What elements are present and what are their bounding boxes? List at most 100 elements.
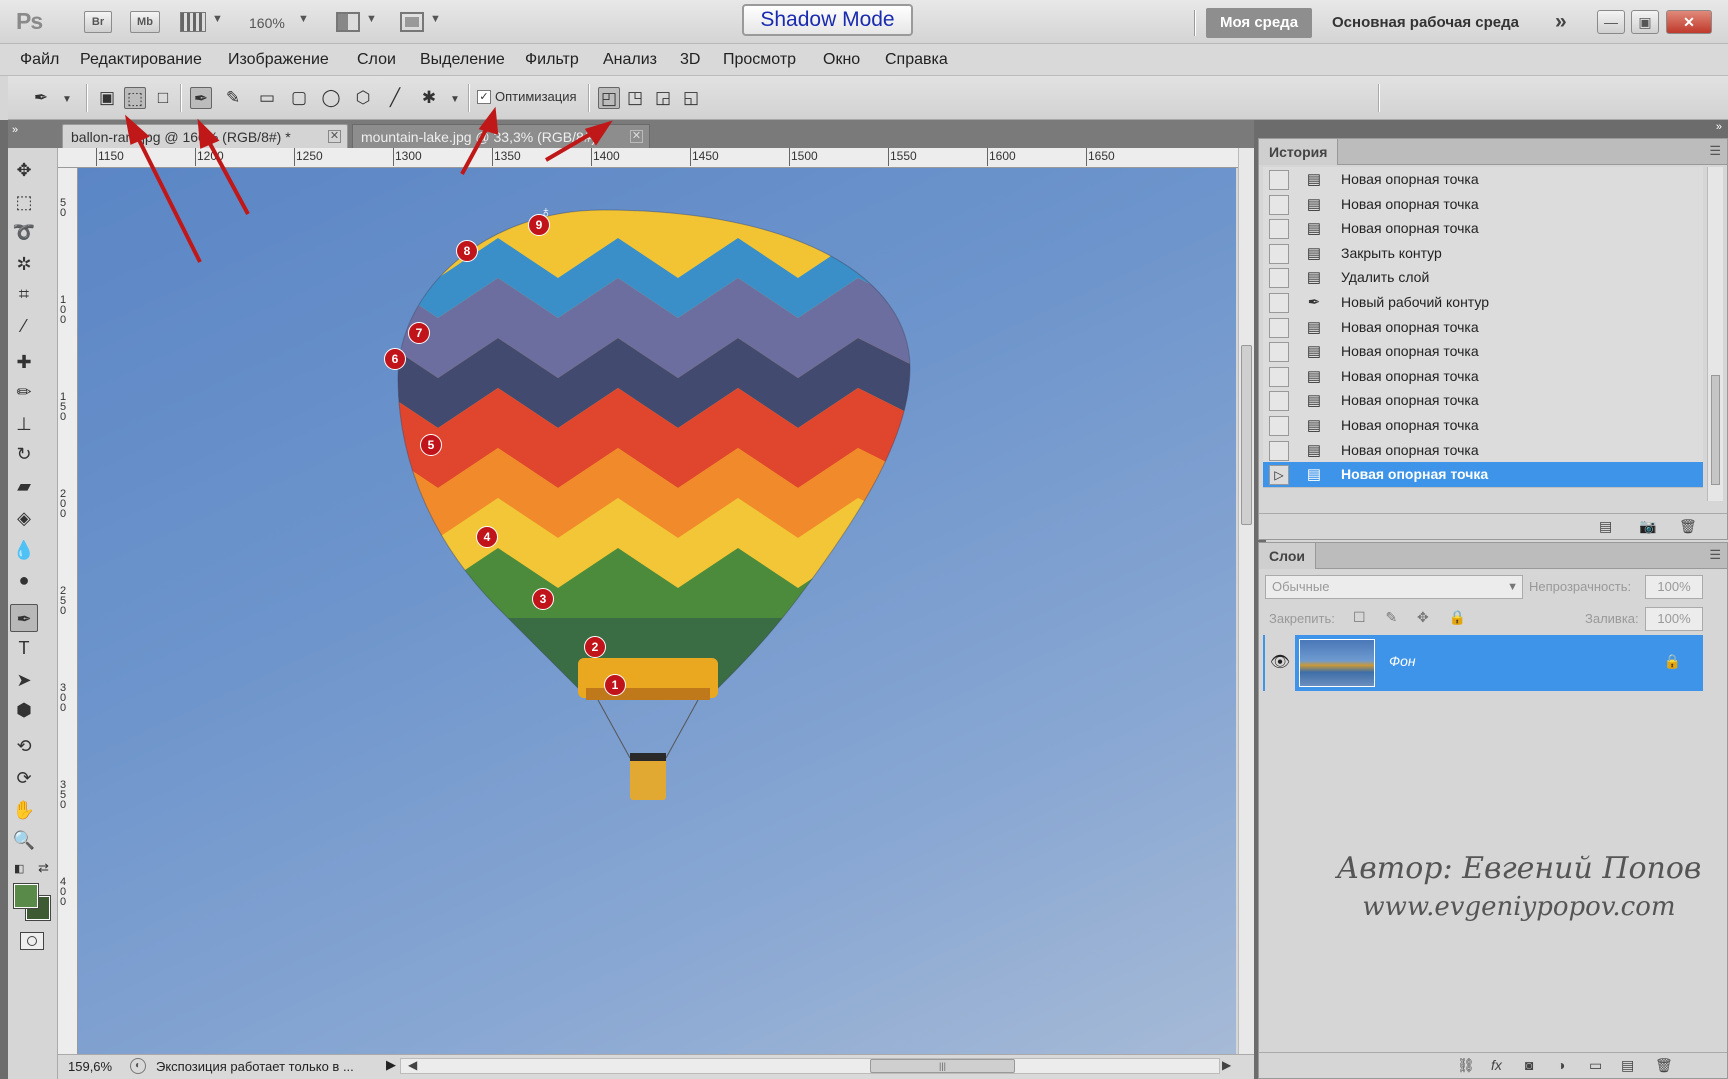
- history-source-checkbox[interactable]: ▷: [1269, 465, 1289, 486]
- history-source-checkbox[interactable]: [1269, 317, 1289, 338]
- history-source-checkbox[interactable]: [1269, 293, 1289, 313]
- layer-lock-icon: 🔒: [1663, 653, 1681, 669]
- panel-menu-icon[interactable]: ☰: [1709, 143, 1721, 159]
- history-header: История ☰: [1259, 139, 1727, 165]
- status-info-icon[interactable]: ◐: [130, 1058, 146, 1074]
- lock-label: Закрепить:: [1269, 611, 1335, 626]
- opacity-label: Непрозрачность:: [1529, 579, 1632, 594]
- history-list: ▤ Новая опорная точка ▤ Новая опорная точка…: [1263, 167, 1703, 497]
- history-source-checkbox[interactable]: [1269, 268, 1289, 289]
- watermark-url: www.evgeniypopov.com: [1362, 892, 1676, 922]
- doc-icon: ▤: [1306, 466, 1322, 484]
- history-item-label: Закрыть контур: [1341, 244, 1442, 261]
- history-item-label: Новая опорная точка: [1341, 392, 1479, 409]
- history-item[interactable]: ▤ Новая опорная точка: [1263, 388, 1703, 415]
- history-item[interactable]: ▤ Новая опорная точка: [1263, 314, 1703, 341]
- status-zoom[interactable]: 159,6%: [68, 1059, 112, 1074]
- fill-label: Заливка:: [1585, 611, 1639, 626]
- history-item[interactable]: ▤ Новая опорная точка: [1263, 191, 1703, 218]
- vertical-scrollbar[interactable]: [1238, 148, 1254, 1054]
- new-group-icon[interactable]: ▭: [1589, 1057, 1602, 1074]
- chevron-down-icon: ▼: [1507, 581, 1518, 593]
- history-source-checkbox[interactable]: [1269, 416, 1289, 436]
- vertical-scroll-thumb[interactable]: [1241, 345, 1252, 525]
- trash-icon[interactable]: 🗑: [1679, 518, 1697, 535]
- history-item-label: Удалить слой: [1341, 269, 1430, 286]
- doc-icon: ▤: [1306, 220, 1322, 238]
- doc-icon: ▤: [1306, 195, 1322, 213]
- scroll-right-icon[interactable]: ▶: [1222, 1058, 1231, 1072]
- blend-mode-value: Обычные: [1272, 579, 1330, 594]
- history-panel: История ☰ ▤ Новая опорная точка ▤ Новая опо…: [1258, 138, 1728, 540]
- add-mask-icon[interactable]: ◙: [1525, 1057, 1533, 1073]
- layer-row-background[interactable]: 👁 Фон 🔒: [1263, 635, 1703, 691]
- status-message: Экспозиция работает только в ...: [156, 1059, 354, 1074]
- history-item-label: Новая опорная точка: [1341, 220, 1479, 237]
- scroll-left-icon[interactable]: ◀: [408, 1058, 417, 1072]
- history-source-checkbox[interactable]: [1269, 391, 1289, 412]
- history-item[interactable]: ▤ Новая опорная точка: [1263, 413, 1703, 439]
- fill-input[interactable]: 100%: [1645, 607, 1703, 631]
- adjustment-layer-icon[interactable]: ◑: [1557, 1057, 1565, 1073]
- link-layers-icon[interactable]: ⛓: [1457, 1057, 1475, 1074]
- collapse-panel-icon[interactable]: »: [1716, 121, 1722, 133]
- history-item-label: Новая опорная точка: [1341, 343, 1479, 360]
- layers-tab[interactable]: Слои: [1259, 543, 1316, 569]
- history-tab[interactable]: История: [1259, 139, 1339, 165]
- pen-icon: ✒: [1307, 294, 1321, 311]
- history-item-label: Новая опорная точка: [1341, 466, 1489, 483]
- history-item[interactable]: ▤ Удалить слой: [1263, 265, 1703, 292]
- horizontal-scrollbar[interactable]: [400, 1058, 1220, 1074]
- layers-header: Слои ☰: [1259, 543, 1727, 569]
- history-item[interactable]: ▤ Новая опорная точка: [1263, 437, 1703, 464]
- visibility-eye-icon[interactable]: 👁: [1265, 635, 1295, 691]
- watermark-author: Автор: Евгений Попов: [1336, 851, 1702, 886]
- trash-icon[interactable]: 🗑: [1655, 1057, 1673, 1074]
- history-source-checkbox[interactable]: [1269, 366, 1289, 387]
- history-scroll-thumb[interactable]: [1711, 375, 1720, 485]
- doc-icon: ▤: [1306, 318, 1322, 336]
- history-source-checkbox[interactable]: [1269, 219, 1289, 240]
- history-item-label: Новая опорная точка: [1341, 417, 1479, 433]
- layers-footer: ⛓ fx ◙ ◑ ▭ ▤ 🗑: [1259, 1052, 1727, 1078]
- doc-icon: ▤: [1306, 171, 1322, 188]
- layer-thumbnail: [1299, 639, 1375, 687]
- history-item-label: Новый рабочий контур: [1341, 294, 1489, 310]
- new-layer-icon[interactable]: ▤: [1621, 1057, 1634, 1074]
- doc-icon: ▤: [1306, 343, 1322, 361]
- history-item[interactable]: ▤ Новая опорная точка: [1263, 363, 1703, 390]
- history-item[interactable]: ▤ Закрыть контур: [1263, 240, 1703, 267]
- status-menu-arrow-icon[interactable]: ▶: [386, 1057, 396, 1073]
- author-watermark: Автор: Евгений Попов www.evgeniypopov.co…: [1329, 851, 1709, 922]
- history-source-checkbox[interactable]: [1269, 342, 1289, 363]
- history-item-label: Новая опорная точка: [1341, 318, 1479, 335]
- layers-panel: Слои ☰ Обычные ▼ Непрозрачность: 100% За…: [1258, 542, 1728, 1079]
- layer-name: Фон: [1389, 653, 1416, 669]
- history-source-checkbox[interactable]: [1269, 440, 1289, 461]
- blend-mode-select[interactable]: Обычные ▼: [1265, 575, 1523, 599]
- lock-options[interactable]: ☐ ✎ ✥ 🔒: [1353, 609, 1474, 626]
- history-item-label: Новая опорная точка: [1341, 171, 1479, 187]
- history-item[interactable]: ✒ Новый рабочий контур: [1263, 290, 1703, 316]
- history-item[interactable]: ▤ Новая опорная точка: [1263, 216, 1703, 243]
- doc-icon: ▤: [1306, 441, 1322, 459]
- new-document-from-state-icon[interactable]: ▤: [1599, 518, 1612, 535]
- panel-dock-bar: »: [1258, 120, 1728, 138]
- history-item[interactable]: ▤ Новая опорная точка: [1263, 167, 1703, 193]
- layer-style-icon[interactable]: fx: [1491, 1057, 1502, 1073]
- history-item[interactable]: ▷ ▤ Новая опорная точка: [1263, 462, 1703, 489]
- new-snapshot-icon[interactable]: 📷: [1639, 518, 1656, 535]
- doc-icon: ▤: [1306, 392, 1322, 410]
- history-footer: ▤ 📷 🗑: [1259, 513, 1727, 539]
- doc-icon: ▤: [1306, 417, 1322, 434]
- history-item-label: Новая опорная точка: [1341, 195, 1479, 212]
- doc-icon: ▤: [1306, 269, 1322, 287]
- horizontal-scroll-thumb[interactable]: |||: [870, 1059, 1015, 1073]
- history-source-checkbox[interactable]: [1269, 243, 1289, 264]
- history-source-checkbox[interactable]: [1269, 170, 1289, 190]
- history-source-checkbox[interactable]: [1269, 194, 1289, 215]
- history-item-label: Новая опорная точка: [1341, 441, 1479, 458]
- opacity-input[interactable]: 100%: [1645, 575, 1703, 599]
- panel-menu-icon[interactable]: ☰: [1709, 547, 1721, 563]
- history-item[interactable]: ▤ Новая опорная точка: [1263, 339, 1703, 366]
